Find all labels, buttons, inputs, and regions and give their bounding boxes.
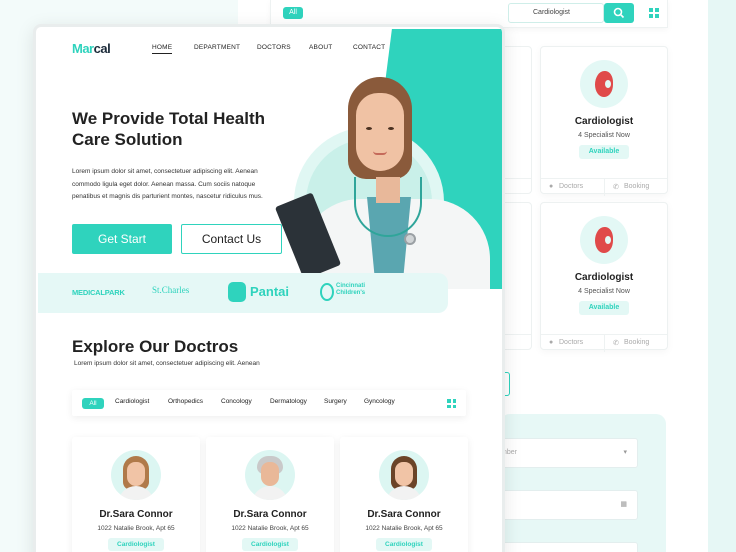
logo-part2: cal [93,41,111,56]
hero-description: Lorem ipsum dolor sit amet, consectetuer… [72,168,263,200]
booking-link[interactable]: Booking [624,339,649,346]
available-badge: Available [579,301,629,315]
filter-surgery[interactable]: Surgery [324,398,347,405]
nav-doctors[interactable]: DOCTORS [257,44,291,51]
specialty-badge: Cardiologist [376,538,432,551]
user-icon: ● [549,183,554,190]
booking-link[interactable]: Booking [624,183,649,190]
filter-all-chip[interactable]: All [82,398,104,409]
doctor-name: Dr.Sara Connor [367,509,441,520]
bg-select-field[interactable]: nber ▾ [500,438,638,468]
contact-us-button[interactable]: Contact Us [181,224,282,254]
get-start-button[interactable]: Get Start [72,224,172,254]
doctor-address: 1022 Natalie Brook, Apt 65 [365,525,443,532]
doctors-link[interactable]: Doctors [559,183,583,190]
nav-about[interactable]: ABOUT [309,44,332,51]
specialty-count: 4 Specialist Now [578,288,630,295]
partner-logo-medicalpark: MEDICALPARK [72,288,125,297]
children-logo-icon [320,283,334,301]
specialty-card[interactable]: Cardiologist 4 Specialist Now Available … [540,46,668,196]
filter-gyncology[interactable]: Gyncology [364,398,395,405]
kidney-icon [580,216,628,264]
specialty-count: 4 Specialist Now [578,132,630,139]
bg-date-field[interactable]: ▦ [500,490,638,520]
doctor-address: 1022 Natalie Brook, Apt 65 [97,525,175,532]
doctor-card[interactable]: Dr.Sara Connor 1022 Natalie Brook, Apt 6… [206,437,334,552]
nav-contact[interactable]: CONTACT [353,44,385,51]
kidney-icon [580,60,628,108]
specialty-card[interactable]: Cardiologist 4 Specialist Now Available … [540,202,668,352]
chevron-down-icon: ▾ [623,449,627,456]
filter-dermatology[interactable]: Dermatology [270,398,307,405]
doctor-name: Dr.Sara Connor [99,509,173,520]
bg-search-button[interactable] [604,3,634,23]
partner-logo-cincinnati: Cincinnati Children's [336,283,366,296]
specialty-title: Cardiologist [574,116,634,127]
section-subtitle: Lorem ipsum dolor sit amet, consectetuer… [74,360,260,367]
doctors-link[interactable]: Doctors [559,339,583,346]
logo-part1: Mar [72,41,94,56]
grid-view-icon[interactable] [649,8,659,18]
bg-filter-all-chip[interactable]: All [283,7,303,19]
specialty-title: Cardiologist [574,272,634,283]
partner-logo-stcharles: St.Charles [152,285,190,295]
bg-booking-form: nber ▾ ▦ [500,414,666,552]
doctor-card[interactable]: Dr.Sara Connor 1022 Natalie Brook, Apt 6… [340,437,468,552]
partner-logo-pantai: Pantai [250,284,290,299]
filter-orthopedics[interactable]: Orthopedics [168,398,203,405]
filter-cardiologist[interactable]: Cardiologist [115,398,149,405]
avatar [245,450,295,500]
grid-view-icon[interactable] [447,399,456,408]
pantai-logo-icon [228,282,246,302]
specialty-filter-bar: All Cardiologist Orthopedics Concology D… [72,390,466,416]
bg-text-field[interactable] [500,542,638,552]
section-title: Explore Our Doctros [72,337,239,356]
bg-select-value: nber [503,449,518,456]
bg-search-input[interactable]: Cardiologist [508,3,604,23]
specialty-badge: Cardiologist [108,538,164,551]
avatar [379,450,429,500]
hero-title: We Provide Total Health Care Solution [72,109,266,149]
background-strip [708,0,736,552]
avatar [111,450,161,500]
landing-page-card: Marcal HOME DEPARTMENT DOCTORS ABOUT CON… [33,24,505,552]
doctor-address: 1022 Natalie Brook, Apt 65 [231,525,309,532]
available-badge: Available [579,145,629,159]
doctor-card[interactable]: Dr.Sara Connor 1022 Natalie Brook, Apt 6… [72,437,200,552]
logo[interactable]: Marcal [72,41,111,56]
doctor-name: Dr.Sara Connor [233,509,307,520]
calendar-icon: ▦ [620,501,627,508]
user-icon: ● [549,339,554,346]
specialty-badge: Cardiologist [242,538,298,551]
partner-logos: MEDICALPARK St.Charles Pantai Cincinnati… [38,273,448,313]
nav-department[interactable]: DEPARTMENT [194,44,240,51]
phone-icon: ✆ [613,340,619,347]
filter-concology[interactable]: Concology [221,398,252,405]
search-icon [613,7,625,19]
phone-icon: ✆ [613,184,619,191]
nav-home[interactable]: HOME [152,44,173,54]
